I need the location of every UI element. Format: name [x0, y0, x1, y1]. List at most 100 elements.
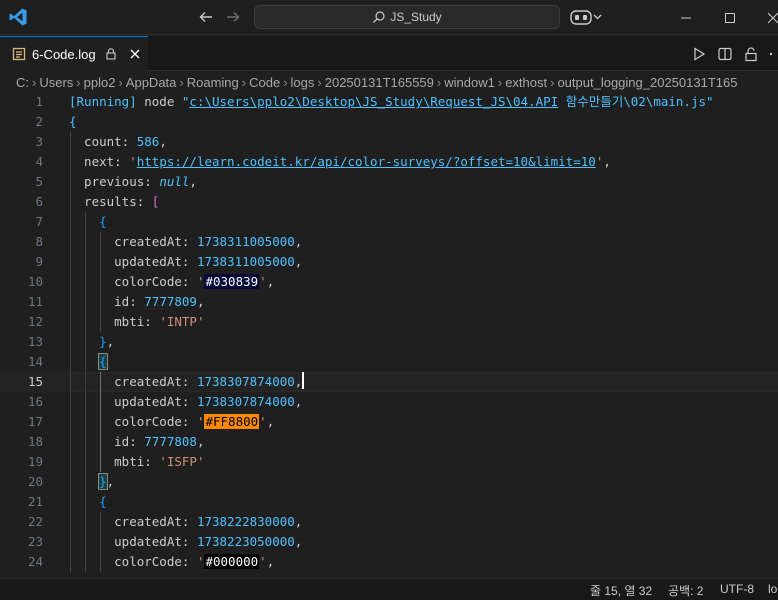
editor-tab-bar: 6-Code.log — [0, 36, 778, 71]
line-number: 19 — [27, 454, 43, 469]
code-token[interactable]: https://learn.codeit.kr/api/color-survey… — [137, 154, 596, 169]
code-token: 1738307874000 — [196, 394, 295, 409]
arrow-right-icon[interactable] — [224, 8, 242, 26]
close-icon[interactable] — [128, 47, 142, 61]
split-editor-icon[interactable] — [717, 46, 733, 62]
code-line[interactable]: 20 }, — [0, 472, 778, 492]
code-token: , — [266, 554, 275, 569]
code-token: 1738311005000 — [196, 254, 295, 269]
code-line[interactable]: 10 colorCode: '#030839', — [0, 272, 778, 292]
code-token: node — [136, 94, 182, 109]
unlock-icon[interactable] — [743, 46, 759, 62]
code-line[interactable]: 8 createdAt: 1738311005000, — [0, 232, 778, 252]
code-line[interactable]: 16 updatedAt: 1738307874000, — [0, 392, 778, 412]
code-token: , — [106, 334, 115, 349]
breadcrumb-item[interactable]: pplo2 — [84, 75, 116, 90]
breadcrumb-item[interactable]: window1 — [444, 75, 495, 90]
code-line[interactable]: 13 }, — [0, 332, 778, 352]
code-line[interactable]: 19 mbti: 'ISFP' — [0, 452, 778, 472]
code-line[interactable]: 18 id: 7777808, — [0, 432, 778, 452]
code-line[interactable]: 2{ — [0, 112, 778, 132]
status-bar: 줄 15, 열 32 공백: 2 UTF-8 lo — [0, 578, 778, 600]
breadcrumb-item[interactable]: Code — [249, 75, 280, 90]
code-token: updatedAt: — [69, 254, 197, 269]
breadcrumb-item[interactable]: Roaming — [187, 75, 239, 90]
play-icon[interactable] — [691, 46, 707, 62]
line-number: 11 — [27, 294, 43, 309]
code-token: ' — [259, 554, 267, 569]
code-token: , — [106, 474, 115, 489]
cursor-position[interactable]: 줄 15, 열 32 — [590, 582, 652, 599]
line-number: 21 — [27, 494, 43, 509]
copilot-icon[interactable] — [570, 8, 604, 26]
code-token: , — [294, 394, 303, 409]
code-token: ' — [259, 274, 267, 289]
more-actions-icon[interactable] — [768, 46, 778, 62]
code-token: createdAt: — [69, 374, 197, 389]
vscode-logo-icon[interactable] — [8, 7, 28, 27]
chevron-right-icon: › — [241, 74, 247, 90]
breadcrumb-item[interactable]: C: — [16, 75, 29, 90]
line-number: 23 — [27, 534, 43, 549]
line-number: 13 — [27, 334, 43, 349]
code-text: [Running] node "c:\Users\pplo2\Desktop\J… — [69, 92, 714, 112]
code-token[interactable]: c:\Users\pplo2\Desktop\JS_Study\Request_… — [189, 94, 558, 109]
line-number: 20 — [27, 474, 43, 489]
breadcrumb-item[interactable]: exthost — [505, 75, 547, 90]
color-swatch: #FF8800 — [204, 414, 260, 429]
code-line[interactable]: 1 [Running] node "c:\Users\pplo2\Desktop\… — [0, 92, 778, 112]
code-token: 1738223050000 — [196, 534, 295, 549]
code-line[interactable]: 5 previous: null, — [0, 172, 778, 192]
code-token: 1738307874000 — [196, 374, 295, 389]
code-token: 586 — [136, 134, 160, 149]
breadcrumb-item[interactable]: Users — [39, 75, 73, 90]
code-line[interactable]: 12 mbti: 'INTP' — [0, 312, 778, 332]
chevron-right-icon: › — [497, 74, 503, 90]
code-editor[interactable]: 1 [Running] node "c:\Users\pplo2\Desktop\… — [0, 92, 778, 578]
breadcrumb-item[interactable]: AppData — [126, 75, 177, 90]
language-mode[interactable]: lo — [768, 582, 777, 596]
code-token: [Running] — [69, 94, 137, 109]
color-swatch: #030839 — [204, 274, 260, 289]
code-line[interactable]: 21 { — [0, 492, 778, 512]
file-encoding[interactable]: UTF-8 — [720, 582, 754, 596]
code-text: next: 'https://learn.codeit.kr/api/color… — [69, 152, 611, 172]
code-line[interactable]: 11 id: 7777809, — [0, 292, 778, 312]
indentation-setting[interactable]: 공백: 2 — [668, 582, 703, 599]
code-token: , — [294, 254, 303, 269]
line-number: 18 — [27, 434, 43, 449]
breadcrumb-item[interactable]: logs — [291, 75, 315, 90]
line-number: 5 — [35, 174, 43, 189]
line-number: 22 — [27, 514, 43, 529]
command-center-search[interactable]: JS_Study — [254, 5, 560, 29]
code-token: 1738311005000 — [196, 234, 295, 249]
breadcrumb-item[interactable]: 20250131T165559 — [325, 75, 434, 90]
code-token: , — [196, 434, 205, 449]
code-line[interactable]: 22 createdAt: 1738222830000, — [0, 512, 778, 532]
chevron-right-icon: › — [550, 74, 555, 90]
code-line[interactable]: 23 updatedAt: 1738223050000, — [0, 532, 778, 552]
arrow-left-icon[interactable] — [197, 8, 215, 26]
code-token: colorCode: — [69, 274, 197, 289]
close-window-icon[interactable] — [765, 10, 778, 26]
minimize-icon[interactable] — [678, 10, 694, 26]
tab-6-code-log[interactable]: 6-Code.log — [0, 36, 148, 71]
code-line[interactable]: 24 colorCode: '#000000', — [0, 552, 778, 572]
code-text: createdAt: 1738222830000, — [69, 512, 302, 532]
code-token: mbti: — [69, 454, 160, 469]
code-line[interactable]: 15 createdAt: 1738307874000, — [0, 372, 778, 392]
code-line[interactable]: 14 { — [0, 352, 778, 372]
code-line[interactable]: 17 colorCode: '#FF8800', — [0, 412, 778, 432]
line-number: 14 — [27, 354, 43, 369]
code-text: { — [69, 352, 108, 372]
code-line[interactable]: 4 next: 'https://learn.codeit.kr/api/col… — [0, 152, 778, 172]
code-line[interactable]: 9 updatedAt: 1738311005000, — [0, 252, 778, 272]
code-line[interactable]: 3 count: 586, — [0, 132, 778, 152]
breadcrumb-item[interactable]: output_logging_20250131T165 — [557, 75, 737, 90]
code-line[interactable]: 7 { — [0, 212, 778, 232]
maximize-icon[interactable] — [722, 10, 738, 26]
code-line[interactable]: 6 results: [ — [0, 192, 778, 212]
